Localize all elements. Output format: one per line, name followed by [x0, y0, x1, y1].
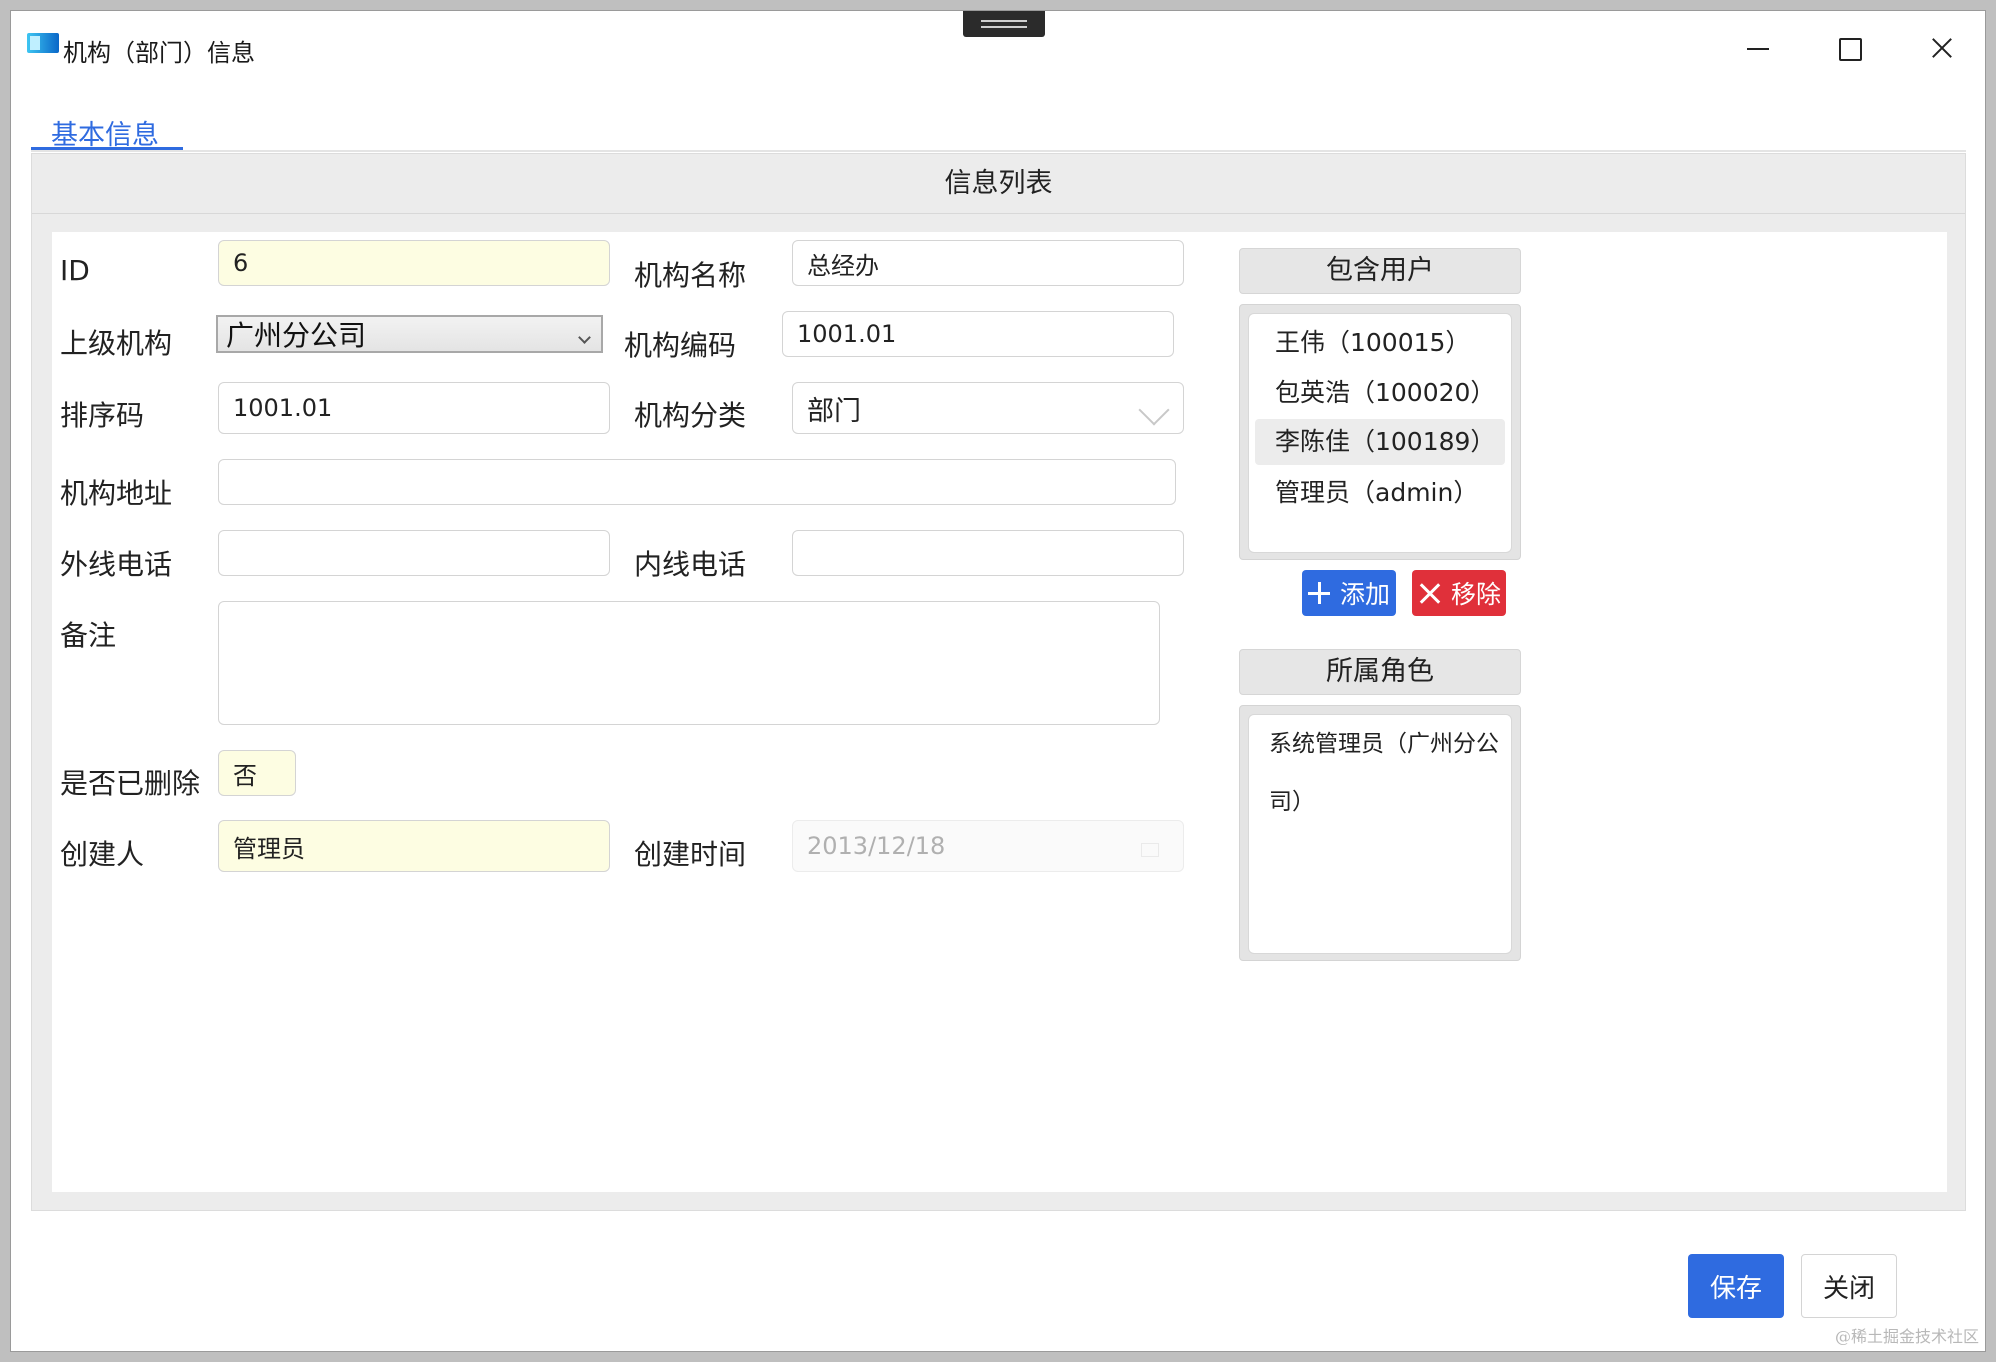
- parent-select-value: 广州分公司: [226, 319, 367, 352]
- outer-phone-field[interactable]: [218, 530, 610, 576]
- close-window-button[interactable]: [1911, 25, 1971, 71]
- parent-label: 上级机构: [60, 327, 173, 360]
- sort-field[interactable]: 1001.01: [218, 382, 610, 434]
- category-combobox[interactable]: 部门: [792, 382, 1184, 434]
- address-field[interactable]: [218, 459, 1176, 505]
- name-label: 机构名称: [634, 259, 747, 292]
- creator-field[interactable]: 管理员: [218, 820, 610, 872]
- title-bar[interactable]: 机构（部门）信息: [11, 11, 1985, 71]
- minimize-button[interactable]: [1727, 25, 1787, 71]
- name-field[interactable]: 总经办: [792, 240, 1184, 286]
- inner-phone-field[interactable]: [792, 530, 1184, 576]
- address-label: 机构地址: [60, 477, 173, 510]
- info-panel: 信息列表 ID 6 机构名称 总经办 上级机构 广州分公司 机构编码 1001.…: [31, 153, 1966, 1211]
- panel-header: 信息列表: [32, 154, 1965, 214]
- calendar-icon: [1141, 843, 1159, 857]
- code-field[interactable]: 1001.01: [782, 311, 1174, 357]
- created-time-picker: 2013/12/18: [792, 820, 1184, 872]
- list-item[interactable]: 包英浩（100020）: [1255, 364, 1505, 422]
- sort-label: 排序码: [60, 399, 145, 432]
- chevron-down-icon: [1138, 394, 1170, 426]
- created-time-value: 2013/12/18: [807, 832, 946, 860]
- users-list-container: 王伟（100015） 包英浩（100020） 李陈佳（100189） 管理员（a…: [1239, 304, 1521, 560]
- maximize-button[interactable]: [1819, 25, 1879, 71]
- roles-list[interactable]: 系统管理员（广州分公司）: [1248, 714, 1512, 954]
- add-user-button[interactable]: 添加: [1302, 570, 1396, 616]
- app-icon: [27, 33, 59, 53]
- code-label: 机构编码: [624, 329, 737, 362]
- remove-user-label: 移除: [1450, 580, 1501, 609]
- close-icon: [1417, 581, 1441, 605]
- users-list[interactable]: 王伟（100015） 包英浩（100020） 李陈佳（100189） 管理员（a…: [1248, 313, 1512, 553]
- users-header: 包含用户: [1239, 248, 1521, 294]
- roles-list-container: 系统管理员（广州分公司）: [1239, 705, 1521, 961]
- watermark: @稀土掘金技术社区: [1834, 1327, 1979, 1346]
- created-time-label: 创建时间: [634, 838, 747, 871]
- roles-header: 所属角色: [1239, 649, 1521, 695]
- list-item[interactable]: 李陈佳（100189）: [1255, 419, 1505, 465]
- list-item[interactable]: 管理员（admin）: [1255, 464, 1505, 522]
- category-value: 部门: [807, 395, 861, 427]
- add-user-label: 添加: [1339, 580, 1390, 609]
- tab-divider: [31, 150, 1966, 152]
- creator-label: 创建人: [60, 838, 145, 871]
- id-field[interactable]: 6: [218, 240, 610, 286]
- remark-textarea[interactable]: [218, 601, 1160, 725]
- close-button[interactable]: 关闭: [1801, 1254, 1897, 1318]
- parent-select[interactable]: 广州分公司: [216, 315, 603, 353]
- plus-icon: [1307, 582, 1330, 604]
- remark-label: 备注: [60, 619, 117, 652]
- inner-phone-label: 内线电话: [634, 548, 747, 581]
- tab-basic-info[interactable]: 基本信息: [31, 99, 183, 151]
- dialog-window: 机构（部门）信息 基本信息 信息列表 ID 6 机构名称 总经办 上级机构 广州…: [10, 10, 1986, 1352]
- outer-phone-label: 外线电话: [60, 548, 173, 581]
- id-label: ID: [60, 254, 90, 287]
- form-area: ID 6 机构名称 总经办 上级机构 广州分公司 机构编码 1001.01 排序…: [52, 232, 1947, 1192]
- list-item[interactable]: 系统管理员（广州分公司）: [1255, 715, 1505, 815]
- chevron-down-icon: [578, 331, 591, 344]
- remove-user-button[interactable]: 移除: [1412, 570, 1506, 616]
- deleted-field[interactable]: 否: [218, 750, 296, 796]
- window-title: 机构（部门）信息: [63, 39, 255, 67]
- save-button[interactable]: 保存: [1688, 1254, 1784, 1318]
- category-label: 机构分类: [634, 399, 747, 432]
- deleted-label: 是否已删除: [60, 767, 201, 800]
